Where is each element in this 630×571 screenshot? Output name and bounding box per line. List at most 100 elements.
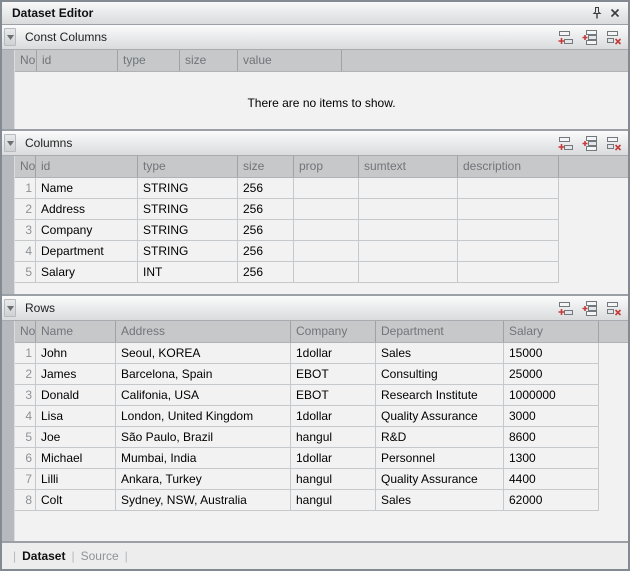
column-header-id[interactable]: id: [37, 50, 118, 71]
insert-row-button[interactable]: [581, 135, 599, 151]
cell[interactable]: 3000: [504, 406, 599, 427]
cell[interactable]: 1300: [504, 448, 599, 469]
cell[interactable]: Company: [36, 220, 138, 241]
delete-row-button[interactable]: [605, 29, 623, 45]
close-button[interactable]: [606, 5, 624, 21]
cell[interactable]: 5: [15, 262, 36, 283]
cell[interactable]: 256: [238, 241, 294, 262]
cell[interactable]: Mumbai, India: [116, 448, 291, 469]
cell[interactable]: 25000: [504, 364, 599, 385]
insert-row-button[interactable]: [581, 29, 599, 45]
column-header-type[interactable]: type: [118, 50, 180, 71]
cell[interactable]: 256: [238, 220, 294, 241]
cell[interactable]: Barcelona, Spain: [116, 364, 291, 385]
cell[interactable]: 3: [15, 385, 36, 406]
cell[interactable]: 4400: [504, 469, 599, 490]
cell[interactable]: 5: [15, 427, 36, 448]
cell[interactable]: Department: [36, 241, 138, 262]
column-header-size[interactable]: size: [238, 156, 294, 177]
column-header-company[interactable]: Company: [291, 321, 376, 342]
column-header-address[interactable]: Address: [116, 321, 291, 342]
cell[interactable]: Califonia, USA: [116, 385, 291, 406]
cell[interactable]: Quality Assurance: [376, 406, 504, 427]
column-header-salary[interactable]: Salary: [504, 321, 599, 342]
cell[interactable]: hangul: [291, 469, 376, 490]
cell[interactable]: Salary: [36, 262, 138, 283]
column-header-type[interactable]: type: [138, 156, 238, 177]
cell[interactable]: EBOT: [291, 385, 376, 406]
cell[interactable]: [359, 241, 458, 262]
cell[interactable]: R&D: [376, 427, 504, 448]
delete-row-button[interactable]: [605, 300, 623, 316]
cell[interactable]: James: [36, 364, 116, 385]
cell[interactable]: 7: [15, 469, 36, 490]
cell[interactable]: Donald: [36, 385, 116, 406]
cell[interactable]: [359, 199, 458, 220]
add-row-button[interactable]: [557, 135, 575, 151]
column-header-no[interactable]: No: [15, 50, 37, 71]
cell[interactable]: Sydney, NSW, Australia: [116, 490, 291, 511]
column-header-prop[interactable]: prop: [294, 156, 359, 177]
cell[interactable]: Research Institute: [376, 385, 504, 406]
cell[interactable]: 256: [238, 262, 294, 283]
cell[interactable]: Personnel: [376, 448, 504, 469]
cell[interactable]: 3: [15, 220, 36, 241]
cell[interactable]: STRING: [138, 241, 238, 262]
cell[interactable]: [458, 178, 559, 199]
cell[interactable]: John: [36, 343, 116, 364]
cell[interactable]: 2: [15, 199, 36, 220]
cell[interactable]: 1dollar: [291, 406, 376, 427]
cell[interactable]: [359, 220, 458, 241]
cell[interactable]: [294, 178, 359, 199]
cell[interactable]: 15000: [504, 343, 599, 364]
cell[interactable]: Seoul, KOREA: [116, 343, 291, 364]
cell[interactable]: Address: [36, 199, 138, 220]
cell[interactable]: [294, 262, 359, 283]
collapse-button[interactable]: [4, 299, 16, 317]
insert-row-button[interactable]: [581, 300, 599, 316]
cell[interactable]: Joe: [36, 427, 116, 448]
cell[interactable]: [458, 199, 559, 220]
collapse-button[interactable]: [4, 28, 16, 46]
cell[interactable]: London, United Kingdom: [116, 406, 291, 427]
cell[interactable]: 1000000: [504, 385, 599, 406]
cell[interactable]: 256: [238, 199, 294, 220]
cell[interactable]: STRING: [138, 220, 238, 241]
cell[interactable]: 1dollar: [291, 343, 376, 364]
cell[interactable]: 1dollar: [291, 448, 376, 469]
cell[interactable]: [294, 199, 359, 220]
column-header-department[interactable]: Department: [376, 321, 504, 342]
cell[interactable]: 8: [15, 490, 36, 511]
cell[interactable]: Quality Assurance: [376, 469, 504, 490]
cell[interactable]: STRING: [138, 199, 238, 220]
collapse-button[interactable]: [4, 134, 16, 152]
cell[interactable]: Consulting: [376, 364, 504, 385]
cell[interactable]: [359, 178, 458, 199]
cell[interactable]: 2: [15, 364, 36, 385]
cell[interactable]: [458, 262, 559, 283]
cell[interactable]: Lilli: [36, 469, 116, 490]
column-header-size[interactable]: size: [180, 50, 238, 71]
column-header-description[interactable]: description: [458, 156, 559, 177]
cell[interactable]: EBOT: [291, 364, 376, 385]
cell[interactable]: STRING: [138, 178, 238, 199]
cell[interactable]: 1: [15, 178, 36, 199]
cell[interactable]: São Paulo, Brazil: [116, 427, 291, 448]
tab-source[interactable]: Source: [81, 549, 119, 563]
cell[interactable]: 4: [15, 406, 36, 427]
cell[interactable]: Name: [36, 178, 138, 199]
cell[interactable]: 1: [15, 343, 36, 364]
cell[interactable]: 8600: [504, 427, 599, 448]
column-header-value[interactable]: value: [238, 50, 342, 71]
cell[interactable]: [458, 220, 559, 241]
column-header-sumtext[interactable]: sumtext: [359, 156, 458, 177]
cell[interactable]: Michael: [36, 448, 116, 469]
cell[interactable]: Colt: [36, 490, 116, 511]
delete-row-button[interactable]: [605, 135, 623, 151]
cell[interactable]: [294, 220, 359, 241]
pin-button[interactable]: [588, 5, 606, 21]
column-header-name[interactable]: Name: [36, 321, 116, 342]
cell[interactable]: [294, 241, 359, 262]
column-header-no[interactable]: No: [15, 156, 36, 177]
add-row-button[interactable]: [557, 300, 575, 316]
